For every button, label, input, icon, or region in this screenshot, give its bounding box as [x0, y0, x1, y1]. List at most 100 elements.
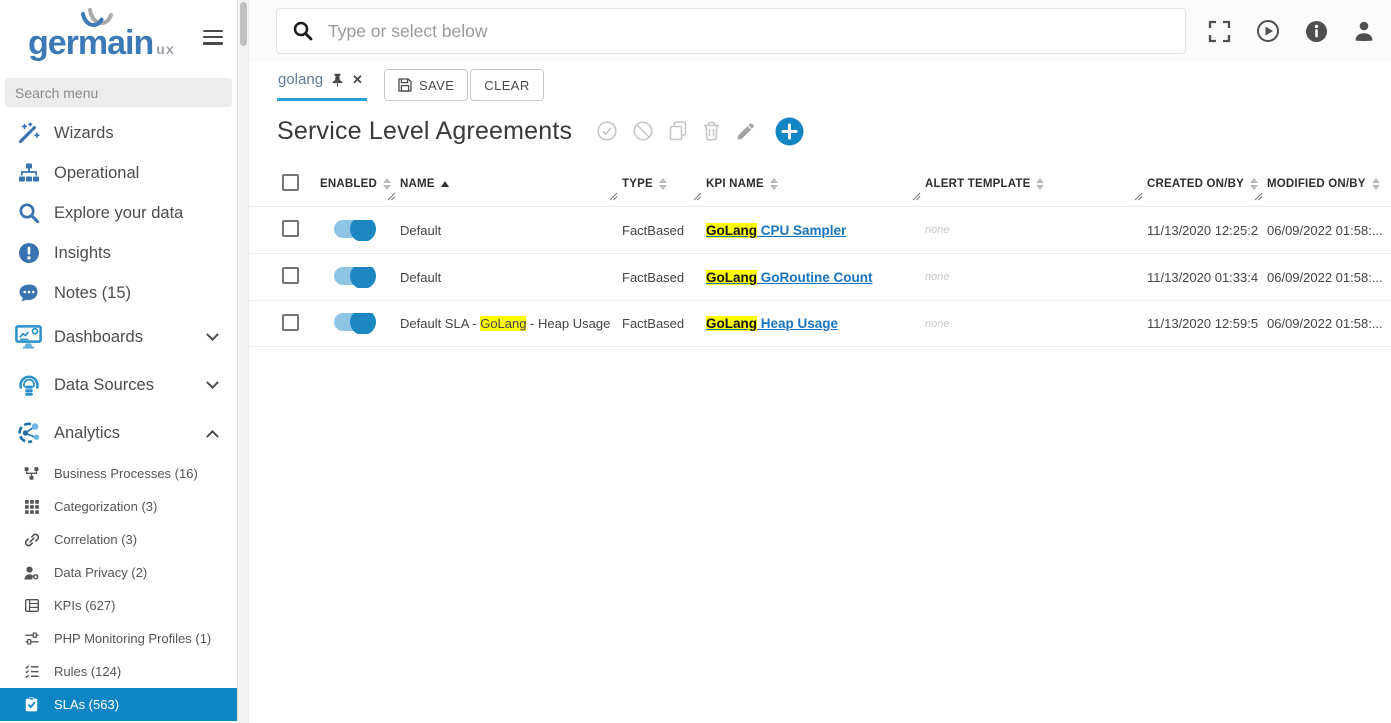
play-circle-icon[interactable]	[1256, 19, 1280, 43]
sidebar-item-dashboards[interactable]: Dashboards	[0, 313, 237, 361]
sidebar-item-insights[interactable]: Insights	[0, 233, 237, 273]
created-on-by-value: 11/13/2020 01:33:42....	[1139, 270, 1259, 285]
sidebar-item-rules[interactable]: Rules (124)	[0, 655, 237, 688]
sidebar-item-label: Notes (15)	[54, 284, 131, 303]
approve-check-circle-icon[interactable]	[597, 121, 617, 141]
sla-type: FactBased	[614, 270, 698, 285]
sidebar-item-label: Explore your data	[54, 204, 183, 223]
remove-tag-icon[interactable]: ✕	[352, 73, 363, 86]
sidebar-item-correlation[interactable]: Correlation (3)	[0, 523, 237, 556]
sla-name: Default	[392, 270, 614, 285]
sidebar: germainux Wizards Operational	[0, 0, 237, 723]
row-checkbox[interactable]	[282, 267, 299, 284]
select-all-checkbox[interactable]	[282, 174, 299, 191]
col-header-kpi-name[interactable]: KPI NAME	[698, 162, 917, 206]
col-label-modified-on-by: MODIFIED ON/BY	[1267, 178, 1366, 190]
enabled-toggle[interactable]	[334, 267, 372, 285]
topbar	[249, 0, 1391, 62]
table-row[interactable]: Default FactBased GoLang GoRoutine Count…	[249, 253, 1391, 300]
delete-trash-icon[interactable]	[703, 121, 720, 141]
sla-type: FactBased	[614, 223, 698, 238]
filter-tag-label: golang	[278, 71, 323, 88]
col-header-alert-template[interactable]: ALERT TEMPLATE	[917, 162, 1139, 206]
sort-icon	[659, 178, 667, 190]
edit-pencil-icon[interactable]	[736, 122, 755, 141]
col-header-enabled[interactable]: ENABLED	[312, 162, 392, 206]
column-resize-handle[interactable]	[693, 192, 702, 204]
title-row: Service Level Agreements	[249, 104, 1391, 152]
col-header-created-on-by[interactable]: CREATED ON/BY	[1139, 162, 1259, 206]
disable-ban-icon[interactable]	[633, 121, 653, 141]
alert-template-value: none	[917, 318, 1139, 330]
sidebar-search-input[interactable]	[5, 78, 232, 107]
enabled-toggle[interactable]	[334, 220, 372, 238]
fullscreen-icon[interactable]	[1208, 20, 1231, 43]
row-checkbox[interactable]	[282, 220, 299, 237]
created-on-by-value: 11/13/2020 12:59:53....	[1139, 316, 1259, 331]
sidebar-item-wizards[interactable]: Wizards	[0, 113, 237, 153]
sidebar-item-data-privacy[interactable]: Data Privacy (2)	[0, 556, 237, 589]
save-button[interactable]: SAVE	[384, 69, 468, 101]
sidebar-item-operational[interactable]: Operational	[0, 153, 237, 193]
col-label-created-on-by: CREATED ON/BY	[1147, 178, 1244, 190]
global-search-input[interactable]	[326, 20, 1169, 43]
column-resize-handle[interactable]	[1134, 192, 1143, 204]
enabled-toggle[interactable]	[334, 313, 372, 331]
sidebar-item-label: Data Privacy (2)	[54, 565, 147, 580]
duplicate-copy-icon[interactable]	[669, 121, 687, 141]
row-checkbox[interactable]	[282, 314, 299, 331]
col-header-modified-on-by[interactable]: MODIFIED ON/BY	[1259, 162, 1391, 206]
sort-icon	[1250, 178, 1258, 190]
modified-on-by-value: 06/09/2022 01:58:...	[1259, 270, 1391, 285]
user-icon[interactable]	[1353, 20, 1375, 42]
sidebar-item-label: Categorization (3)	[54, 499, 157, 514]
sla-name: Default SLA - GoLang - Heap Usage	[392, 316, 614, 331]
sidebar-item-php-monitoring-profiles[interactable]: PHP Monitoring Profiles (1)	[0, 622, 237, 655]
germain-logo[interactable]: germainux	[28, 8, 175, 62]
kpi-link[interactable]: GoLang GoRoutine Count	[706, 270, 872, 285]
sidebar-item-label: KPIs (627)	[54, 598, 115, 613]
table-row[interactable]: Default SLA - GoLang - Heap Usage FactBa…	[249, 300, 1391, 347]
column-resize-handle[interactable]	[609, 192, 618, 204]
sla-type: FactBased	[614, 316, 698, 331]
modified-on-by-value: 06/09/2022 01:58:...	[1259, 316, 1391, 331]
filter-buttons: SAVE CLEAR	[384, 69, 544, 101]
col-header-type[interactable]: TYPE	[614, 162, 698, 206]
col-header-name[interactable]: NAME	[392, 162, 614, 206]
scrollbar-thumb[interactable]	[240, 2, 247, 46]
column-resize-handle[interactable]	[1254, 192, 1263, 204]
sidebar-item-label: Wizards	[54, 124, 114, 143]
add-plus-button[interactable]	[775, 117, 804, 146]
clear-button[interactable]: CLEAR	[470, 69, 543, 101]
global-search[interactable]	[276, 8, 1186, 54]
column-resize-handle[interactable]	[387, 192, 396, 204]
kpi-link[interactable]: GoLang CPU Sampler	[706, 223, 846, 238]
sidebar-nav: Wizards Operational Explore your data	[0, 113, 237, 721]
filter-tag-golang[interactable]: golang ✕	[277, 68, 367, 101]
chevron-down-icon	[206, 328, 219, 341]
sidebar-item-business-processes[interactable]: Business Processes (16)	[0, 457, 237, 490]
exclamation-circle-icon	[15, 242, 42, 264]
sidebar-item-label: Insights	[54, 244, 111, 263]
sidebar-item-explore-your-data[interactable]: Explore your data	[0, 193, 237, 233]
sidebar-scrollbar[interactable]	[237, 0, 249, 723]
analytics-nodes-icon	[15, 421, 42, 445]
column-resize-handle[interactable]	[912, 192, 921, 204]
info-circle-icon[interactable]	[1305, 20, 1328, 43]
table-row[interactable]: Default FactBased GoLang CPU Sampler non…	[249, 206, 1391, 253]
sidebar-item-analytics[interactable]: Analytics	[0, 409, 237, 457]
sort-ascending-icon	[441, 181, 449, 187]
hamburger-menu-icon[interactable]	[199, 22, 227, 52]
kpi-link[interactable]: GoLang Heap Usage	[706, 316, 838, 331]
sidebar-item-label: SLAs (563)	[54, 697, 119, 712]
sidebar-item-data-sources[interactable]: Data Sources	[0, 361, 237, 409]
chevron-up-icon	[206, 429, 219, 442]
sidebar-item-slas[interactable]: SLAs (563)	[0, 688, 237, 721]
page-title: Service Level Agreements	[277, 117, 572, 146]
clear-button-label: CLEAR	[484, 78, 529, 93]
main-content: golang ✕ SAVE CLEAR Service Level Agreem…	[249, 0, 1391, 723]
sidebar-item-notes[interactable]: Notes (15)	[0, 273, 237, 313]
sidebar-item-categorization[interactable]: Categorization (3)	[0, 490, 237, 523]
sidebar-item-kpis[interactable]: KPIs (627)	[0, 589, 237, 622]
pin-icon[interactable]	[331, 73, 344, 87]
